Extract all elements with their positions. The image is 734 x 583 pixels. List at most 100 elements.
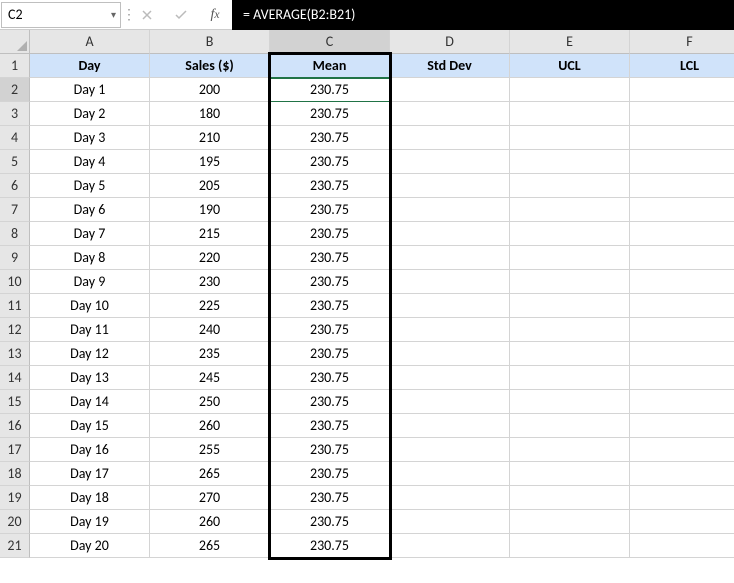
cell-E19[interactable] [510, 486, 630, 510]
cell-E7[interactable] [510, 198, 630, 222]
cell-C9[interactable]: 230.75 [270, 246, 390, 270]
cell-F20[interactable] [630, 510, 734, 534]
cell-C15[interactable]: 230.75 [270, 390, 390, 414]
cell-C8[interactable]: 230.75 [270, 222, 390, 246]
row-header-18[interactable]: 18 [0, 462, 30, 486]
cell-C6[interactable]: 230.75 [270, 174, 390, 198]
cell-E4[interactable] [510, 126, 630, 150]
row-header-2[interactable]: 2 [0, 78, 30, 102]
cell-C20[interactable]: 230.75 [270, 510, 390, 534]
row-header-21[interactable]: 21 [0, 534, 30, 558]
row-header-9[interactable]: 9 [0, 246, 30, 270]
row-header-14[interactable]: 14 [0, 366, 30, 390]
row-header-20[interactable]: 20 [0, 510, 30, 534]
cell-F8[interactable] [630, 222, 734, 246]
cell-B13[interactable]: 235 [150, 342, 270, 366]
cell-B11[interactable]: 225 [150, 294, 270, 318]
cell-A9[interactable]: Day 8 [30, 246, 150, 270]
cell-C17[interactable]: 230.75 [270, 438, 390, 462]
cell-A6[interactable]: Day 5 [30, 174, 150, 198]
cell-D3[interactable] [390, 102, 510, 126]
cell-B21[interactable]: 265 [150, 534, 270, 558]
cell-D15[interactable] [390, 390, 510, 414]
cell-B2[interactable]: 200 [150, 78, 270, 102]
enter-formula-button[interactable] [164, 9, 198, 21]
cell-D18[interactable] [390, 462, 510, 486]
cell-B9[interactable]: 220 [150, 246, 270, 270]
cell-A12[interactable]: Day 11 [30, 318, 150, 342]
cell-F5[interactable] [630, 150, 734, 174]
cell-D11[interactable] [390, 294, 510, 318]
cell-F19[interactable] [630, 486, 734, 510]
cell-C21[interactable]: 230.75 [270, 534, 390, 558]
col-header-D[interactable]: D [390, 30, 510, 54]
cell-E9[interactable] [510, 246, 630, 270]
cell-C16[interactable]: 230.75 [270, 414, 390, 438]
cell-E2[interactable] [510, 78, 630, 102]
cell-C18[interactable]: 230.75 [270, 462, 390, 486]
cell-D21[interactable] [390, 534, 510, 558]
cell-B19[interactable]: 270 [150, 486, 270, 510]
cell-F12[interactable] [630, 318, 734, 342]
cell-E17[interactable] [510, 438, 630, 462]
cell-C13[interactable]: 230.75 [270, 342, 390, 366]
cell-A20[interactable]: Day 19 [30, 510, 150, 534]
name-box[interactable]: C2 ▾ [1, 2, 121, 28]
cell-B15[interactable]: 250 [150, 390, 270, 414]
cell-C5[interactable]: 230.75 [270, 150, 390, 174]
cell-B8[interactable]: 215 [150, 222, 270, 246]
cell-A4[interactable]: Day 3 [30, 126, 150, 150]
row-header-16[interactable]: 16 [0, 414, 30, 438]
row-header-13[interactable]: 13 [0, 342, 30, 366]
cell-A18[interactable]: Day 17 [30, 462, 150, 486]
col-header-B[interactable]: B [150, 30, 270, 54]
cell-D6[interactable] [390, 174, 510, 198]
cell-F9[interactable] [630, 246, 734, 270]
cell-A8[interactable]: Day 7 [30, 222, 150, 246]
cell-E15[interactable] [510, 390, 630, 414]
cell-B1[interactable]: Sales ($) [150, 54, 270, 78]
cell-C14[interactable]: 230.75 [270, 366, 390, 390]
cell-F7[interactable] [630, 198, 734, 222]
cell-E16[interactable] [510, 414, 630, 438]
row-header-11[interactable]: 11 [0, 294, 30, 318]
cell-E10[interactable] [510, 270, 630, 294]
cell-F14[interactable] [630, 366, 734, 390]
cell-F2[interactable] [630, 78, 734, 102]
cell-C12[interactable]: 230.75 [270, 318, 390, 342]
cell-D14[interactable] [390, 366, 510, 390]
cell-F18[interactable] [630, 462, 734, 486]
cell-B20[interactable]: 260 [150, 510, 270, 534]
cell-D1[interactable]: Std Dev [390, 54, 510, 78]
cell-A19[interactable]: Day 18 [30, 486, 150, 510]
cell-E3[interactable] [510, 102, 630, 126]
cell-D19[interactable] [390, 486, 510, 510]
row-header-6[interactable]: 6 [0, 174, 30, 198]
cell-A13[interactable]: Day 12 [30, 342, 150, 366]
cell-E1[interactable]: UCL [510, 54, 630, 78]
row-header-7[interactable]: 7 [0, 198, 30, 222]
cell-E20[interactable] [510, 510, 630, 534]
cell-D20[interactable] [390, 510, 510, 534]
cell-D16[interactable] [390, 414, 510, 438]
cell-F15[interactable] [630, 390, 734, 414]
cell-C7[interactable]: 230.75 [270, 198, 390, 222]
cell-F6[interactable] [630, 174, 734, 198]
row-header-12[interactable]: 12 [0, 318, 30, 342]
cell-F16[interactable] [630, 414, 734, 438]
cell-C4[interactable]: 230.75 [270, 126, 390, 150]
cell-F10[interactable] [630, 270, 734, 294]
cell-A7[interactable]: Day 6 [30, 198, 150, 222]
cell-C10[interactable]: 230.75 [270, 270, 390, 294]
cell-C3[interactable]: 230.75 [270, 102, 390, 126]
cell-F11[interactable] [630, 294, 734, 318]
cell-C19[interactable]: 230.75 [270, 486, 390, 510]
cell-B18[interactable]: 265 [150, 462, 270, 486]
cell-E11[interactable] [510, 294, 630, 318]
cell-D10[interactable] [390, 270, 510, 294]
formula-input[interactable]: = AVERAGE(B2:B21) [232, 0, 734, 30]
cell-A2[interactable]: Day 1 [30, 78, 150, 102]
cell-B12[interactable]: 240 [150, 318, 270, 342]
cell-B6[interactable]: 205 [150, 174, 270, 198]
col-header-E[interactable]: E [510, 30, 630, 54]
